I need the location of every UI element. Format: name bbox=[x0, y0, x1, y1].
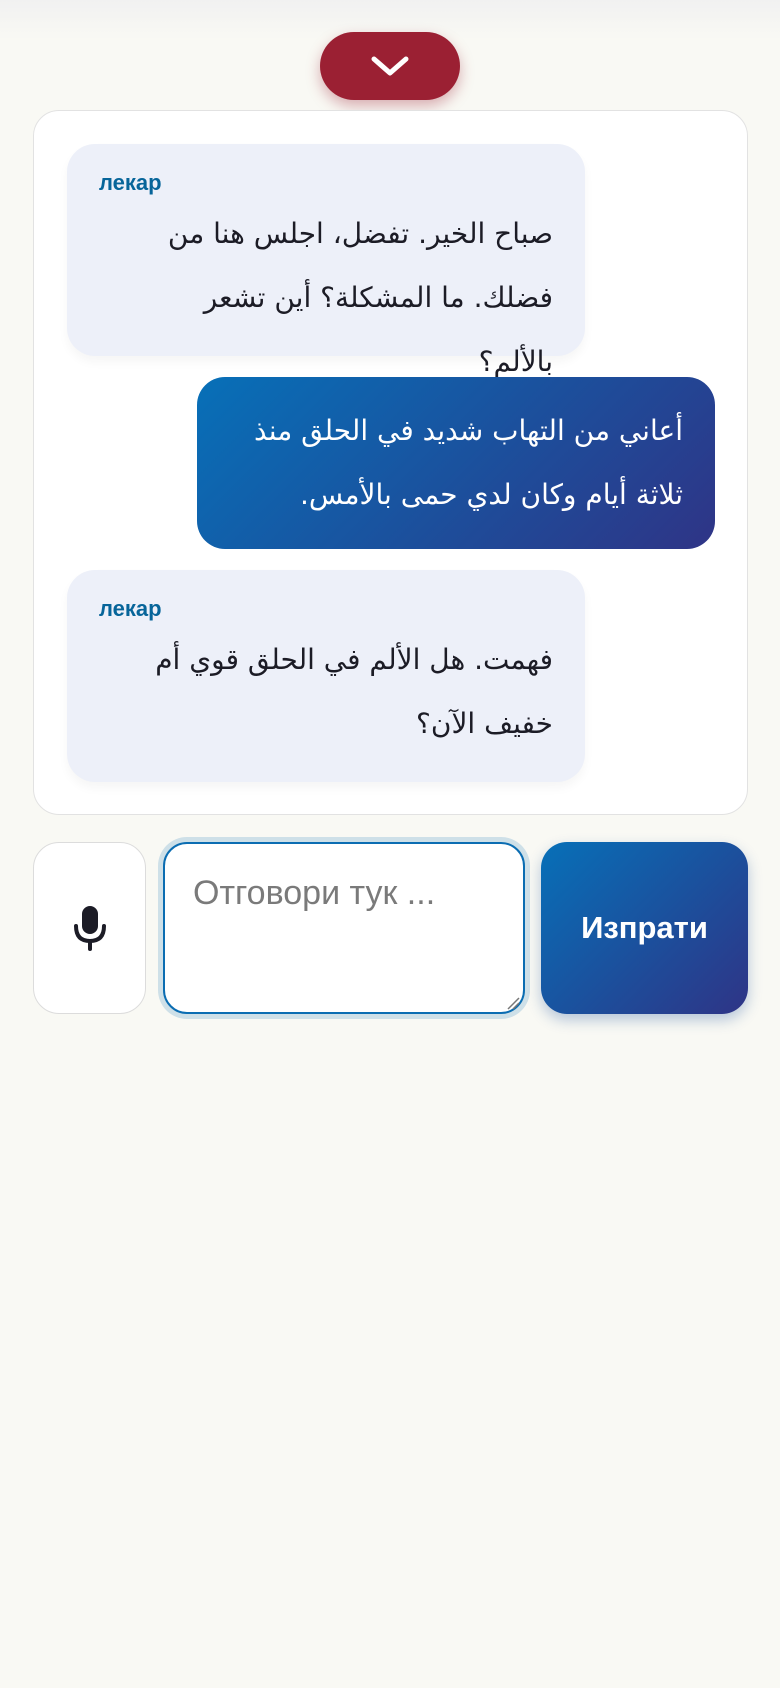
message-text: فهمت. هل الألم في الحلق قوي أم خفيف الآن… bbox=[155, 643, 553, 740]
user-message: أعاني من التهاب شديد في الحلق منذ ثلاثة … bbox=[197, 377, 715, 549]
chat-panel: лекар صباح الخير. تفضل، اجلس هنا من فضلك… bbox=[33, 110, 748, 815]
doctor-message: лекар صباح الخير. تفضل، اجلس هنا من فضلك… bbox=[67, 144, 585, 378]
sender-label: лекар bbox=[99, 596, 162, 621]
reply-input[interactable] bbox=[163, 842, 525, 1014]
message-text: أعاني من التهاب شديد في الحلق منذ ثلاثة … bbox=[254, 414, 683, 511]
microphone-button[interactable] bbox=[33, 842, 146, 1014]
doctor-message: лекар فهمت. هل الألم في الحلق قوي أم خفي… bbox=[67, 570, 585, 782]
resize-handle-icon[interactable] bbox=[506, 996, 520, 1010]
message-text: صباح الخير. تفضل، اجلس هنا من فضلك. ما ا… bbox=[167, 217, 553, 378]
sender-label: лекар bbox=[99, 170, 162, 195]
send-button[interactable]: Изпрати bbox=[541, 842, 748, 1014]
microphone-icon bbox=[73, 906, 106, 951]
chevron-down-icon bbox=[371, 56, 409, 76]
collapse-button[interactable] bbox=[320, 32, 460, 100]
